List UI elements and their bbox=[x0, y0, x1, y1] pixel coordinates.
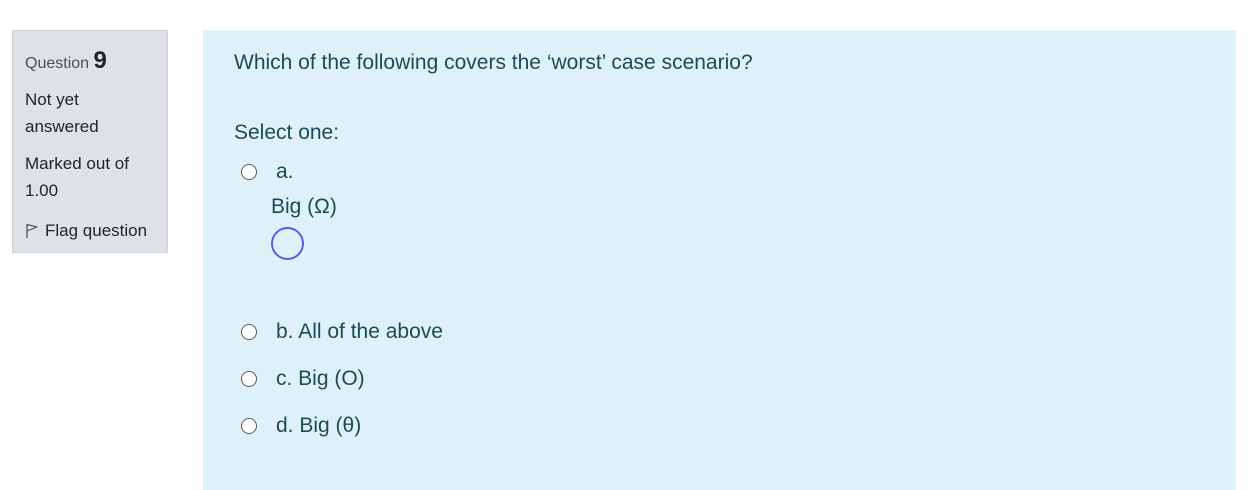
answer-option-c[interactable]: c. Big (O) bbox=[241, 367, 365, 391]
answer-text-a: Big (Ω) bbox=[271, 195, 337, 218]
question-grade: Marked out of 1.00 bbox=[25, 150, 155, 204]
question-state: Not yet answered bbox=[25, 86, 125, 140]
answer-label-d: d. Big (θ) bbox=[276, 414, 362, 437]
question-info-panel: Question 9 Not yet answered Marked out o… bbox=[12, 30, 168, 253]
answer-label-b: b. All of the above bbox=[276, 320, 443, 343]
question-number-value: 9 bbox=[93, 47, 107, 74]
grade-line-1: Marked out of bbox=[25, 154, 129, 173]
flag-question-label: Flag question bbox=[45, 221, 148, 240]
focus-ring-indicator bbox=[271, 227, 304, 260]
answer-option-b[interactable]: b. All of the above bbox=[241, 320, 443, 344]
answer-label-a: a. bbox=[276, 160, 294, 183]
answer-option-d[interactable]: d. Big (θ) bbox=[241, 414, 361, 438]
radio-button-d[interactable] bbox=[241, 418, 257, 434]
select-one-prompt: Select one: bbox=[234, 121, 340, 144]
radio-button-c[interactable] bbox=[241, 371, 257, 387]
answer-option-a[interactable]: a. bbox=[241, 160, 294, 184]
flag-question-button[interactable]: Flag question bbox=[25, 218, 155, 244]
radio-button-a[interactable] bbox=[241, 164, 257, 180]
state-line-2: answered bbox=[25, 117, 99, 136]
question-text: Which of the following covers the ‘worst… bbox=[234, 51, 753, 74]
grade-line-2: 1.00 bbox=[25, 181, 59, 200]
question-content: Which of the following covers the ‘worst… bbox=[203, 30, 1236, 490]
answer-label-c: c. Big (O) bbox=[276, 367, 365, 390]
flag-icon bbox=[25, 223, 39, 239]
question-word: Question bbox=[25, 55, 90, 72]
state-line-1: Not yet bbox=[25, 90, 79, 109]
radio-button-b[interactable] bbox=[241, 324, 257, 340]
question-number: Question 9 bbox=[25, 47, 155, 78]
